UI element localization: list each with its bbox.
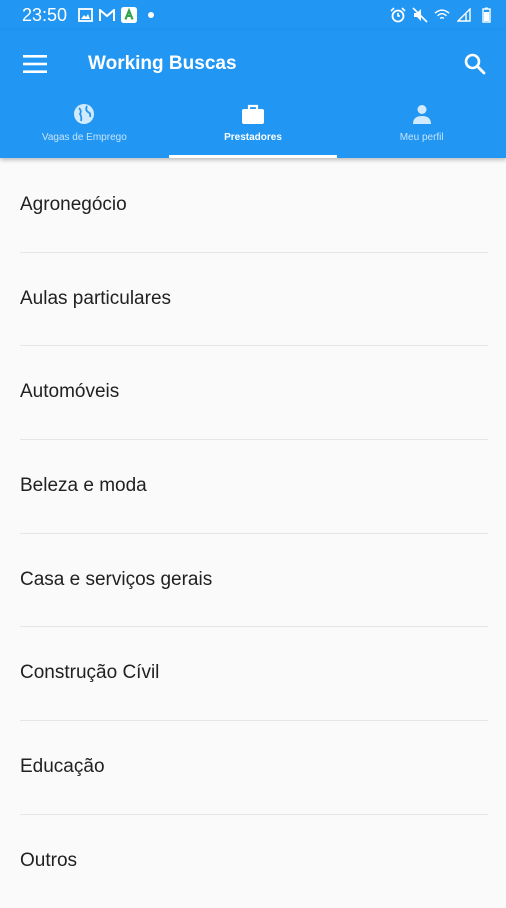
category-item[interactable]: Agronegócio (0, 158, 506, 252)
status-bar-right (390, 7, 494, 23)
tab-prestadores[interactable]: Prestadores (168, 98, 338, 158)
search-button[interactable] (460, 49, 490, 79)
menu-icon (23, 55, 47, 73)
status-bar-left: 23:50 (22, 5, 159, 26)
tab-label: Meu perfil (399, 132, 444, 143)
battery-icon (478, 7, 494, 23)
category-item[interactable]: Aulas particulares (0, 251, 506, 346)
globe-icon (72, 102, 96, 126)
briefcase-icon (241, 102, 265, 126)
category-item[interactable]: Educação (0, 720, 506, 814)
signal-icon (456, 7, 472, 23)
toolbar: Working Buscas (0, 30, 506, 98)
app-icon (121, 7, 138, 23)
tab-label: Vagas de Emprego (41, 132, 127, 143)
wifi-icon (434, 7, 450, 23)
status-bar: 23:50 (0, 0, 506, 30)
category-list: Agronegócio Aulas particulares Automóvei… (0, 158, 506, 908)
status-time: 23:50 (22, 4, 68, 25)
tab-bar: Vagas de Emprego Prestadores Meu perfil (0, 98, 506, 158)
tab-meu-perfil[interactable]: Meu perfil (337, 98, 506, 158)
tab-vagas-de-emprego[interactable]: Vagas de Emprego (0, 98, 169, 158)
search-icon (464, 53, 486, 75)
category-item[interactable]: Casa e serviços gerais (0, 532, 506, 627)
alarm-icon (390, 7, 406, 23)
app-bar: Working Buscas Vagas de Emprego Prestado… (0, 30, 506, 158)
app-title: Working Buscas (88, 53, 237, 74)
menu-button[interactable] (20, 49, 50, 79)
gmail-icon (99, 7, 116, 23)
category-item[interactable]: Automóveis (0, 345, 506, 439)
person-icon (410, 102, 434, 126)
mute-icon (412, 7, 428, 23)
image-icon (77, 7, 93, 23)
category-item[interactable]: Outros (0, 813, 506, 908)
dot-icon (143, 7, 159, 23)
tab-label: Prestadores (224, 132, 282, 143)
category-item[interactable]: Construção Cívil (0, 626, 506, 720)
category-item[interactable]: Beleza e moda (0, 439, 506, 533)
